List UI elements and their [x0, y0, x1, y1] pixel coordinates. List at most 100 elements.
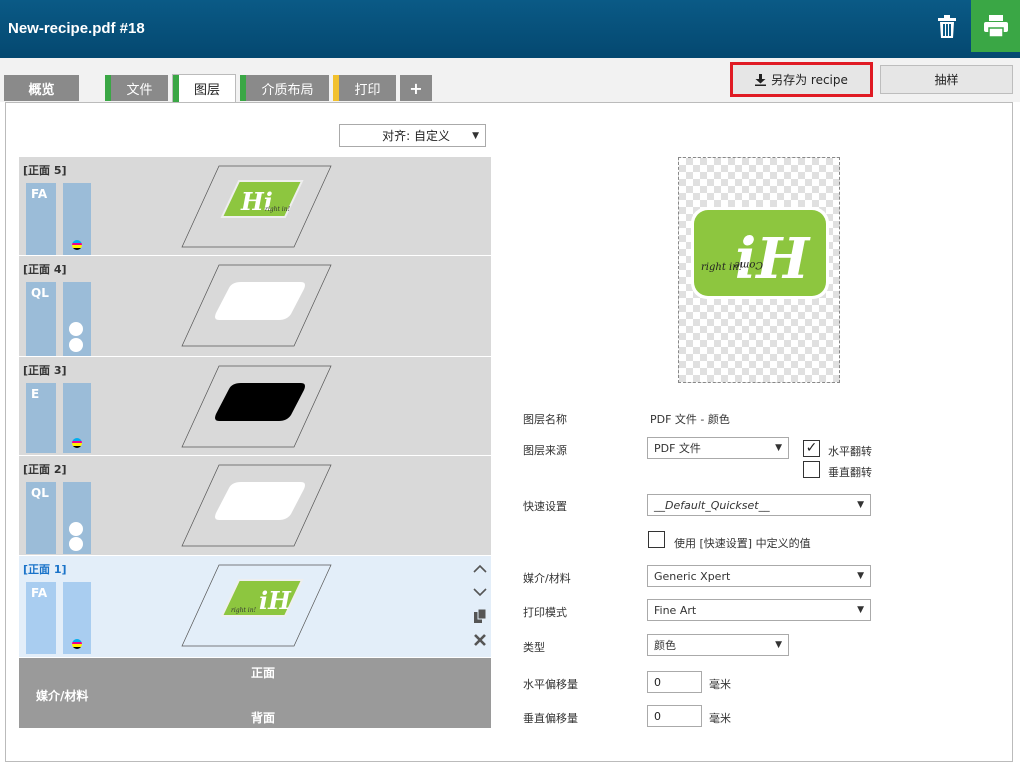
- layer-thumbnail: [181, 464, 332, 547]
- layer-name: [正面 3]: [23, 364, 67, 377]
- white-ink-dot: [69, 322, 83, 336]
- type-value: 颜色: [654, 639, 676, 652]
- layer-ink-bar: [63, 183, 91, 255]
- flip-vertical-checkbox[interactable]: [803, 461, 820, 478]
- sample-label: 抽样: [934, 73, 959, 87]
- layer-name: [正面 5]: [23, 164, 67, 177]
- print-mode-dropdown[interactable]: Fine Art ▼: [647, 599, 871, 621]
- tab-add[interactable]: +: [400, 75, 432, 101]
- layer-ink-bar: [63, 582, 91, 654]
- layer-preview: iH Come right in!: [678, 157, 840, 383]
- layer-name: [正面 4]: [23, 263, 67, 276]
- layer-row-selected[interactable]: [正面 1] FA iH right in!: [19, 556, 491, 658]
- tab-layers[interactable]: 图层: [172, 74, 236, 102]
- title-bar: New-recipe.pdf #18: [0, 0, 1020, 58]
- layer-ink-bar: [63, 282, 91, 356]
- h-offset-input[interactable]: 0: [647, 671, 702, 693]
- print-mode-label: 打印模式: [523, 606, 567, 619]
- type-dropdown[interactable]: 颜色 ▼: [647, 634, 789, 656]
- media-side-footer: 正面 媒介/材料 背面: [19, 658, 491, 728]
- thumb-text-ih: iH: [259, 586, 292, 615]
- print-mode-value: Fine Art: [654, 603, 697, 617]
- layer-row[interactable]: [正面 5] FA Hi right in!: [19, 157, 491, 256]
- thumb-script: right in!: [231, 607, 257, 614]
- caret-down-icon: ▼: [775, 640, 782, 650]
- caret-down-icon: ▼: [775, 443, 782, 453]
- quickset-value: __Default_Quickset__: [654, 498, 770, 512]
- front-side-label: 正面: [251, 666, 276, 680]
- status-marker: [173, 75, 179, 102]
- flip-vertical-label: 垂直翻转: [828, 466, 872, 479]
- move-up-icon[interactable]: [471, 556, 489, 580]
- layer-row[interactable]: [正面 2] QL: [19, 456, 491, 556]
- layer-source-dropdown[interactable]: PDF 文件 ▼: [647, 437, 789, 459]
- tab-media-layout[interactable]: 介质布局: [240, 75, 329, 101]
- caret-down-icon: ▼: [472, 130, 479, 141]
- layer-ink-code: QL: [26, 282, 56, 356]
- layer-ink-code: E: [26, 383, 56, 453]
- caret-down-icon: ▼: [857, 500, 864, 510]
- h-offset-unit: 毫米: [709, 678, 731, 691]
- use-quickset-label: 使用 [快速设置] 中定义的值: [674, 537, 811, 550]
- caret-down-icon: ▼: [857, 571, 864, 581]
- h-offset-value: 0: [654, 675, 661, 689]
- status-marker: [240, 75, 246, 101]
- tab-files-label: 文件: [126, 82, 153, 98]
- move-down-icon[interactable]: [471, 580, 489, 604]
- back-side-label: 背面: [251, 711, 276, 725]
- delete-layer-icon[interactable]: [471, 628, 489, 652]
- layer-name: [正面 2]: [23, 463, 67, 476]
- tab-files[interactable]: 文件: [105, 75, 168, 101]
- cmyk-icon: [72, 438, 82, 448]
- caret-down-icon: ▼: [857, 605, 864, 615]
- download-icon: [755, 73, 767, 86]
- delete-button[interactable]: [926, 6, 968, 48]
- white-ink-dot: [69, 338, 83, 352]
- tab-print[interactable]: 打印: [333, 75, 396, 101]
- save-as-recipe-label: 另存为 recipe: [771, 73, 848, 87]
- v-offset-unit: 毫米: [709, 712, 731, 725]
- preview-script-2: right in!: [701, 262, 743, 273]
- status-marker: [333, 75, 339, 101]
- thumb-script: right in!: [265, 206, 291, 213]
- quickset-dropdown[interactable]: __Default_Quickset__ ▼: [647, 494, 871, 516]
- media-label: 媒介/材料: [523, 572, 571, 585]
- layer-source-label: 图层来源: [523, 444, 567, 457]
- layer-ink-bar: [63, 482, 91, 554]
- printer-icon: [983, 15, 1008, 37]
- v-offset-input[interactable]: 0: [647, 705, 702, 727]
- layer-name: [正面 1]: [23, 563, 67, 576]
- preview-image: iH Come right in!: [691, 207, 829, 299]
- print-button[interactable]: [971, 0, 1020, 52]
- preview-text-ih: iH: [735, 226, 811, 292]
- v-offset-value: 0: [654, 709, 661, 723]
- layer-thumbnail: Hi right in!: [181, 165, 332, 248]
- layer-ink-code: QL: [26, 482, 56, 554]
- align-dropdown-value: 对齐: 自定义: [382, 129, 450, 143]
- tab-overview-label: 概览: [28, 82, 55, 98]
- duplicate-icon[interactable]: [471, 604, 489, 628]
- white-ink-dot: [69, 537, 83, 551]
- flip-horizontal-checkbox[interactable]: ✓: [803, 440, 820, 457]
- save-as-recipe-button[interactable]: 另存为 recipe: [730, 62, 873, 97]
- layer-thumbnail: iH right in!: [181, 564, 332, 647]
- align-dropdown[interactable]: 对齐: 自定义 ▼: [339, 124, 486, 147]
- layer-ink-bar: [63, 383, 91, 453]
- layer-row[interactable]: [正面 4] QL: [19, 256, 491, 357]
- layer-thumbnail: [181, 365, 332, 448]
- quickset-label: 快速设置: [523, 500, 567, 513]
- layer-thumbnail: [181, 264, 332, 347]
- status-marker: [105, 75, 111, 101]
- sample-button[interactable]: 抽样: [880, 65, 1013, 94]
- check-icon: ✓: [805, 440, 818, 456]
- trash-icon: [938, 15, 956, 38]
- layer-ink-code: FA: [26, 183, 56, 255]
- tab-overview[interactable]: 概览: [4, 75, 79, 101]
- h-offset-label: 水平偏移量: [523, 678, 578, 691]
- media-value: Generic Xpert: [654, 569, 731, 583]
- v-offset-label: 垂直偏移量: [523, 712, 578, 725]
- use-quickset-checkbox[interactable]: [648, 531, 665, 548]
- layer-ink-code: FA: [26, 582, 56, 654]
- layer-row[interactable]: [正面 3] E: [19, 357, 491, 456]
- media-dropdown[interactable]: Generic Xpert ▼: [647, 565, 871, 587]
